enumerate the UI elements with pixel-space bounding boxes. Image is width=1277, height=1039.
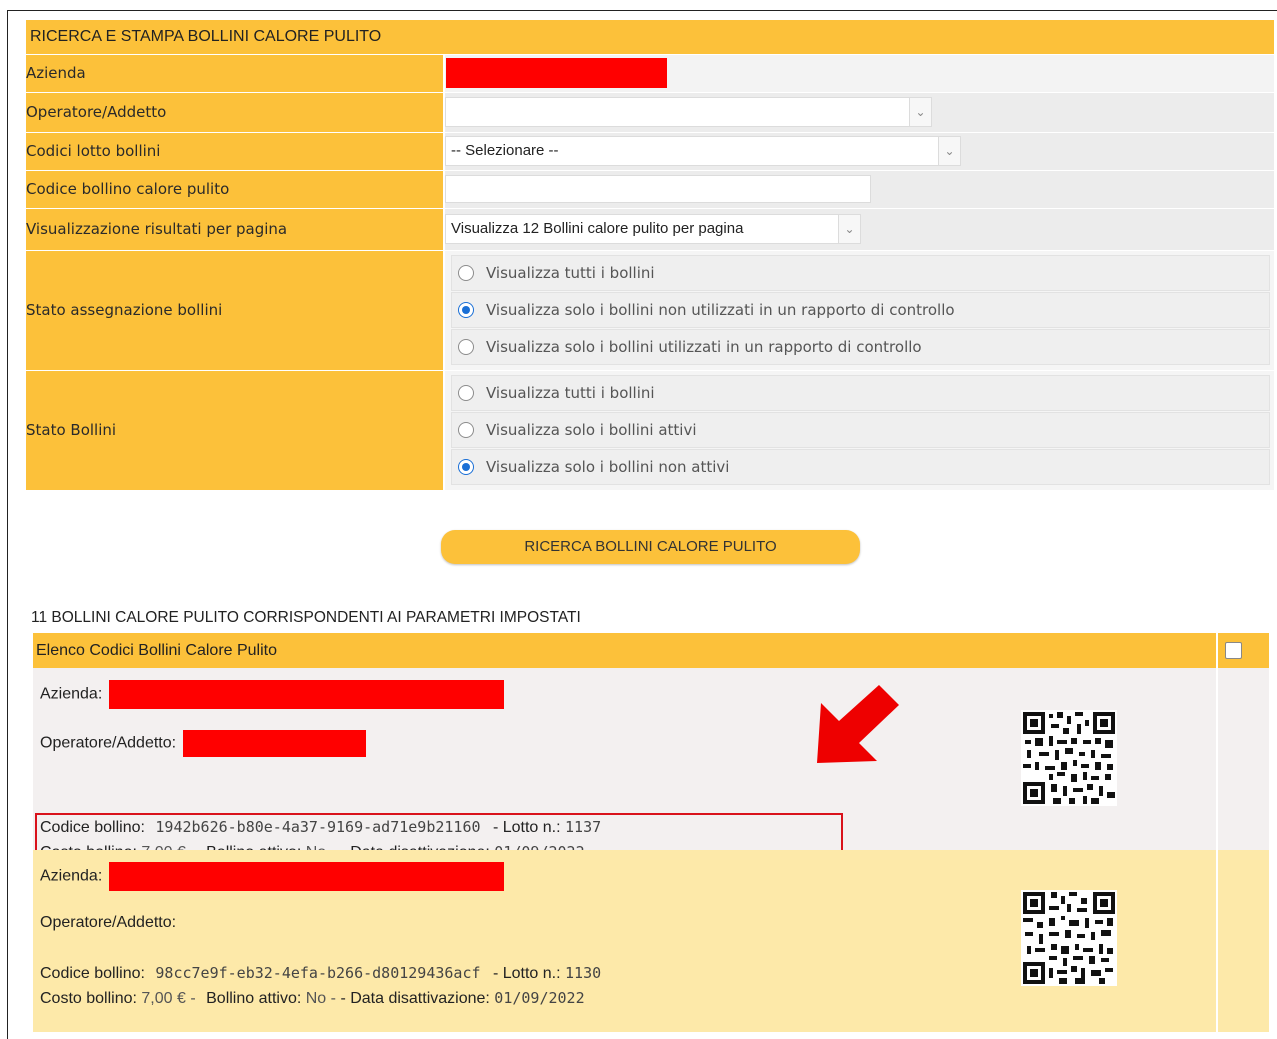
label-codice-bollino: Codice bollino calore pulito bbox=[26, 170, 445, 209]
radio-option-stato-non-attivi[interactable]: Visualizza solo i bollini non attivi bbox=[451, 448, 1270, 485]
visualizzazione-select[interactable]: Visualizza 12 Bollini calore pulito per … bbox=[445, 214, 861, 244]
radio-icon[interactable] bbox=[458, 384, 474, 401]
lotto-label: - Lotto n.: bbox=[492, 819, 561, 836]
codice-value: 98cc7e9f-eb32-4efa-b266-d80129436acf bbox=[155, 964, 481, 982]
chevron-down-icon: ⌄ bbox=[938, 137, 960, 165]
visualizzazione-select-value: Visualizza 12 Bollini calore pulito per … bbox=[451, 220, 744, 237]
codici-lotto-select-value: -- Selezionare -- bbox=[451, 142, 559, 159]
list-item: Azienda: Operatore/Addetto: Codice bolli… bbox=[33, 850, 1269, 1032]
lotto-label: - Lotto n.: bbox=[492, 965, 561, 982]
chevron-down-icon: ⌄ bbox=[909, 98, 931, 126]
arrow-pointer-icon bbox=[817, 685, 899, 763]
azienda-label: Azienda: bbox=[40, 685, 103, 703]
bollini-list: Elenco Codici Bollini Calore Pulito Azie… bbox=[33, 633, 1269, 1032]
radio-label: Visualizza solo i bollini utilizzati in … bbox=[486, 337, 922, 356]
operatore-select[interactable]: ⌄ bbox=[445, 97, 932, 127]
radio-icon[interactable] bbox=[458, 458, 474, 475]
lotto-value: 1130 bbox=[565, 964, 602, 982]
list-item: Azienda: Operatore/Addetto: Codice bolli… bbox=[33, 668, 1269, 872]
operatore-label: Operatore/Addetto: bbox=[40, 734, 177, 752]
codice-value: 1942b626-b80e-4a37-9169-ad71e9b21160 bbox=[155, 818, 481, 836]
redacted-azienda bbox=[108, 680, 504, 709]
redacted-azienda bbox=[446, 58, 667, 88]
codici-lotto-select[interactable]: -- Selezionare -- ⌄ bbox=[445, 136, 961, 166]
radio-icon[interactable] bbox=[458, 264, 474, 281]
codice-bollino-input[interactable] bbox=[445, 175, 871, 203]
radio-icon[interactable] bbox=[458, 421, 474, 438]
lotto-value: 1137 bbox=[565, 818, 602, 836]
radio-icon[interactable] bbox=[458, 301, 474, 318]
costo-label: Costo bollino: bbox=[40, 990, 137, 1007]
codice-label: Codice bollino: bbox=[40, 965, 145, 982]
data-value: 01/09/2022 bbox=[494, 989, 585, 1007]
label-stato-bollini: Stato Bollini bbox=[26, 370, 445, 491]
search-form: RICERCA E STAMPA BOLLINI CALORE PULITO A… bbox=[26, 20, 1274, 491]
radio-label: Visualizza solo i bollini attivi bbox=[486, 420, 697, 439]
list-title: Elenco Codici Bollini Calore Pulito bbox=[33, 633, 1217, 668]
radio-option-assegnazione-tutti[interactable]: Visualizza tutti i bollini bbox=[451, 254, 1270, 291]
radio-option-assegnazione-utilizzati[interactable]: Visualizza solo i bollini utilizzati in … bbox=[451, 328, 1270, 365]
codice-label: Codice bollino: bbox=[40, 819, 145, 836]
label-codici-lotto: Codici lotto bollini bbox=[26, 132, 445, 171]
label-azienda: Azienda bbox=[26, 54, 445, 93]
radio-option-assegnazione-non-utilizzati[interactable]: Visualizza solo i bollini non utilizzati… bbox=[451, 291, 1270, 328]
search-button[interactable]: RICERCA BOLLINI CALORE PULITO bbox=[441, 530, 860, 564]
radio-option-stato-attivi[interactable]: Visualizza solo i bollini attivi bbox=[451, 411, 1270, 448]
qr-code-icon bbox=[1021, 710, 1117, 806]
redacted-operatore bbox=[182, 730, 366, 757]
azienda-label: Azienda: bbox=[40, 867, 103, 885]
operatore-label: Operatore/Addetto: bbox=[40, 914, 177, 931]
radio-option-stato-tutti[interactable]: Visualizza tutti i bollini bbox=[451, 374, 1270, 411]
results-count-heading: 11 BOLLINI CALORE PULITO CORRISPONDENTI … bbox=[31, 609, 581, 626]
radio-icon[interactable] bbox=[458, 338, 474, 355]
costo-value: 7,00 € - bbox=[141, 990, 196, 1007]
radio-label: Visualizza tutti i bollini bbox=[486, 263, 655, 282]
radio-label: Visualizza solo i bollini non attivi bbox=[486, 457, 730, 476]
attivo-value: No - bbox=[305, 990, 336, 1007]
qr-code-icon bbox=[1021, 890, 1117, 986]
label-stato-assegnazione: Stato assegnazione bollini bbox=[26, 250, 445, 371]
radio-label: Visualizza solo i bollini non utilizzati… bbox=[486, 300, 955, 319]
label-operatore: Operatore/Addetto bbox=[26, 92, 445, 133]
data-label: - Data disattivazione: bbox=[340, 990, 490, 1007]
redacted-azienda bbox=[108, 862, 504, 891]
label-visualizzazione: Visualizzazione risultati per pagina bbox=[26, 208, 445, 251]
select-all-checkbox[interactable] bbox=[1225, 642, 1242, 659]
radio-label: Visualizza tutti i bollini bbox=[486, 383, 655, 402]
chevron-down-icon: ⌄ bbox=[838, 215, 860, 243]
attivo-label: Bollino attivo: bbox=[206, 990, 302, 1007]
form-title: RICERCA E STAMPA BOLLINI CALORE PULITO bbox=[26, 20, 1274, 55]
